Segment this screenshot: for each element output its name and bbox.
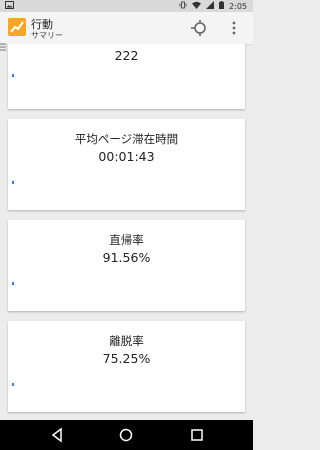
back-icon[interactable] bbox=[49, 427, 65, 443]
metric-value: 75.25% bbox=[102, 351, 151, 366]
signal-icon bbox=[206, 1, 215, 11]
metric-label: 直帰率 bbox=[109, 233, 144, 247]
status-time: 2:05 bbox=[229, 1, 247, 11]
metric-label: 平均ページ滞在時間 bbox=[74, 132, 179, 146]
wifi-icon bbox=[192, 1, 202, 11]
vibrate-icon bbox=[179, 1, 187, 11]
summary-list[interactable]: 222 平均ページ滞在時間 00:01:43 直帰率 91.56% 離脱率 75… bbox=[0, 44, 253, 420]
metric-value: 222 bbox=[114, 48, 139, 63]
metric-value: 91.56% bbox=[102, 250, 151, 265]
home-icon[interactable] bbox=[118, 427, 134, 443]
sparkline-dot bbox=[12, 74, 14, 77]
page-subtitle: サマリー bbox=[31, 31, 63, 40]
sparkline-dot bbox=[12, 181, 14, 184]
recents-icon[interactable] bbox=[189, 427, 205, 443]
metric-card-exit-rate[interactable]: 離脱率 75.25% bbox=[8, 321, 245, 412]
metric-label: 離脱率 bbox=[109, 334, 144, 348]
image-notification-icon bbox=[5, 1, 14, 11]
sync-icon[interactable] bbox=[190, 19, 208, 37]
metric-card-avg-time-on-page[interactable]: 平均ページ滞在時間 00:01:43 bbox=[8, 119, 245, 210]
analytics-app-icon[interactable] bbox=[8, 18, 26, 36]
battery-icon bbox=[219, 1, 225, 11]
status-bar: 2:05 bbox=[0, 0, 253, 12]
metric-card-bounce-rate[interactable]: 直帰率 91.56% bbox=[8, 220, 245, 311]
metric-card-pageviews[interactable]: 222 bbox=[8, 44, 245, 109]
more-options-icon[interactable] bbox=[228, 19, 240, 37]
system-nav-bar bbox=[0, 420, 253, 450]
sparkline-dot bbox=[12, 383, 14, 386]
metric-value: 00:01:43 bbox=[98, 149, 155, 164]
sparkline-dot bbox=[12, 282, 14, 285]
app-bar: 行動 サマリー bbox=[0, 12, 253, 51]
